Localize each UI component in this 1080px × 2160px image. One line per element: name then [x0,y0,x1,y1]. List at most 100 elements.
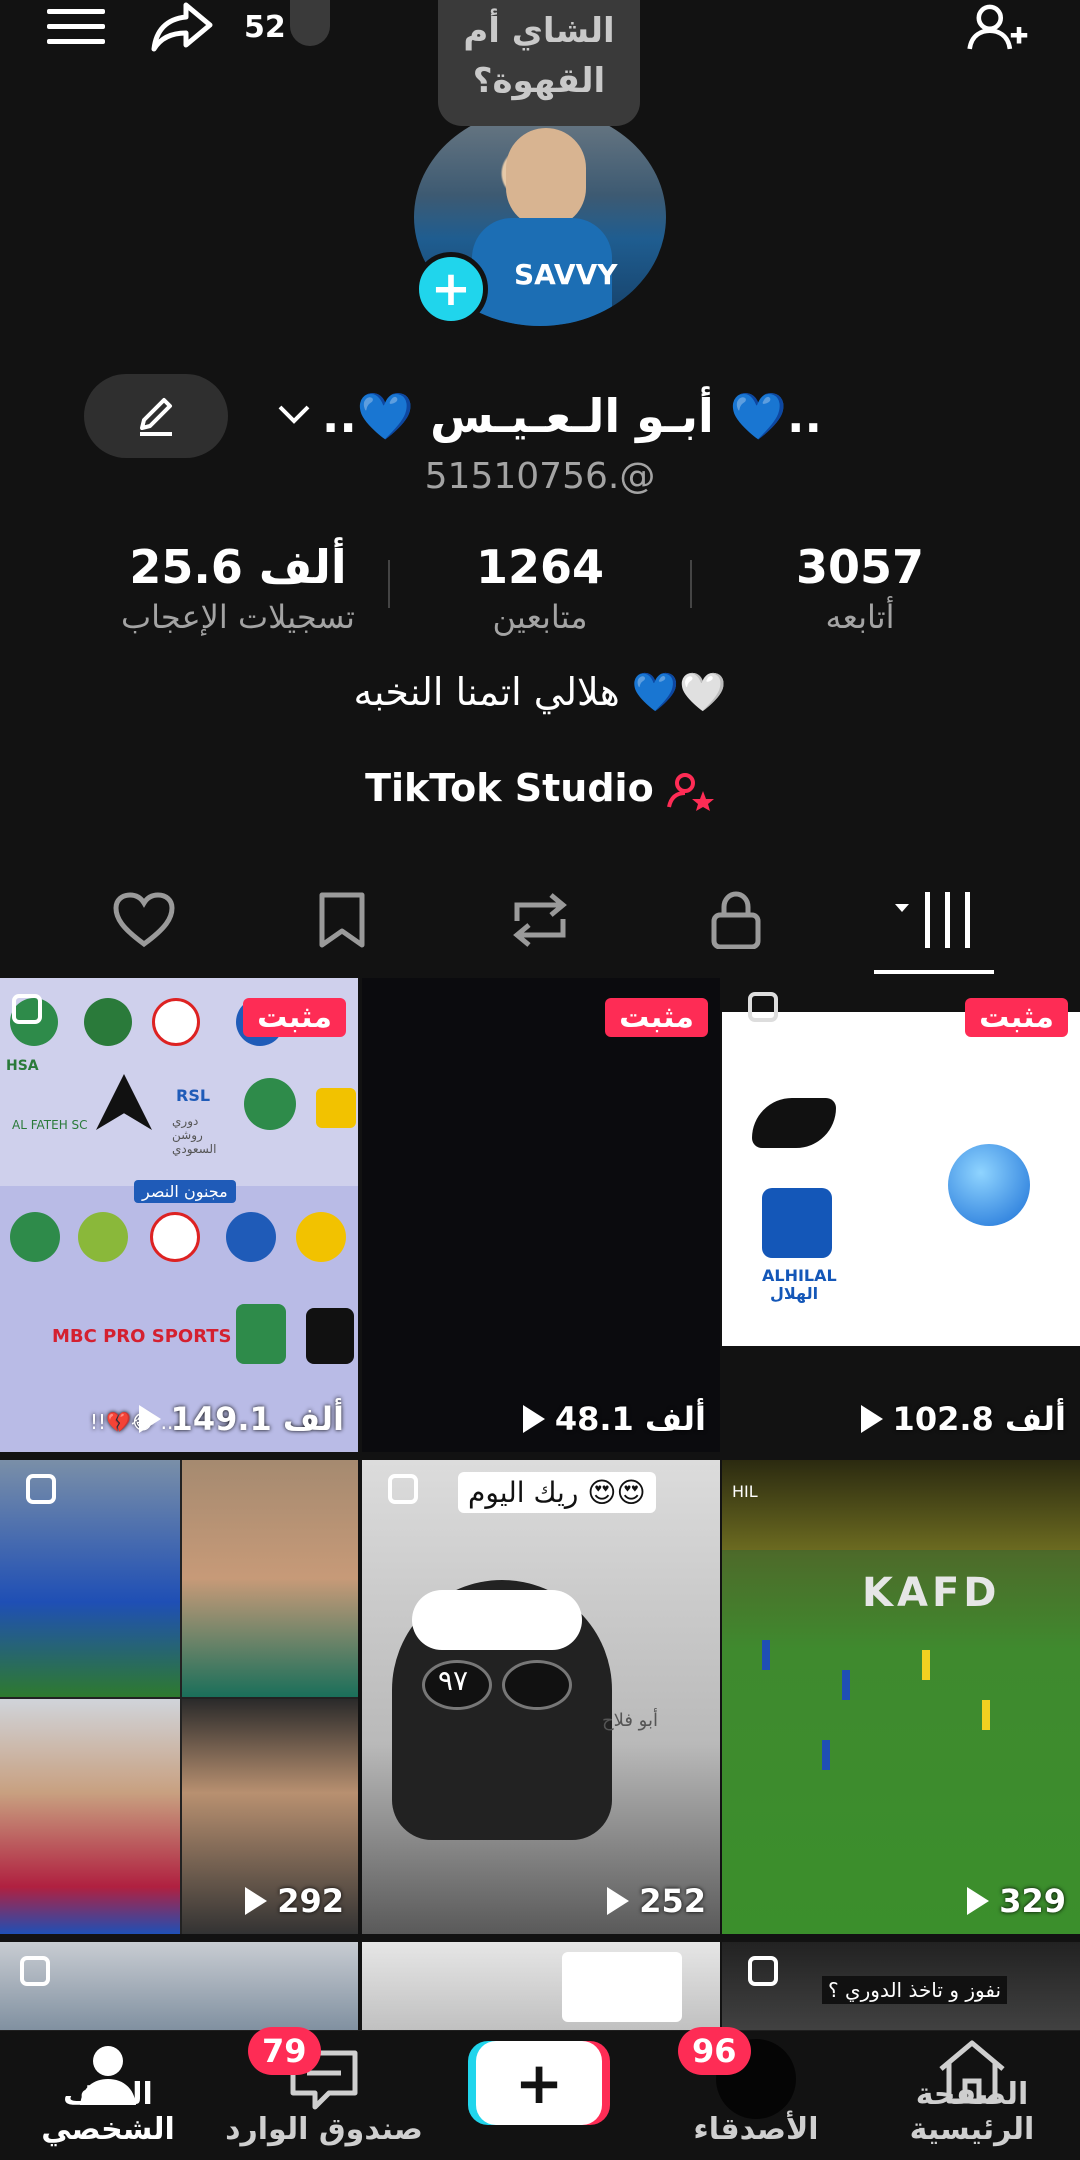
chevron-down-icon[interactable] [276,396,312,436]
stats-divider [690,560,692,608]
pencil-icon [140,398,172,436]
video-tile[interactable]: مثبت 48.1 ألف [362,978,720,1452]
overlay-caption: نفوز و تاخذ الدوري ؟ [822,1976,1008,2004]
glasses-text: ٩٧ [438,1664,469,1697]
emoji-face [948,1144,1030,1226]
stats-divider [388,560,390,608]
pinned-badge: مثبت [605,998,708,1037]
multi-photo-icon [12,994,42,1024]
tab-private[interactable] [676,870,796,970]
profile-tabs [0,870,1080,980]
video-grid: ALHILAL الهلال مثبت 102.8 ألف مثبت 48.1 … [0,978,1080,2038]
bookmark-icon [319,892,365,948]
video-tile[interactable]: نفوز و تاخذ الدوري ؟ [722,1942,1080,2038]
studio-label: TikTok Studio [365,766,654,810]
menu-icon[interactable] [44,0,108,54]
bio: هلالي اتمنا النخبه 💙🤍 [353,670,727,714]
view-count: 292 [245,1882,344,1920]
heart-icon [113,892,175,948]
video-tile[interactable]: 292 [0,1460,358,1934]
nav-home[interactable]: الصفحة الرئيسية [872,2031,1072,2160]
view-count: 252 [607,1882,706,1920]
video-tile[interactable] [0,1942,358,2038]
create-button[interactable]: + [476,2041,602,2125]
view-count-text: 102.8 ألف [892,1400,1066,1438]
rsl-ar-text: دوري روشن السعودي [172,1114,217,1156]
multi-photo-icon [26,1474,56,1504]
pinned-badge: مثبت [243,998,346,1037]
video-tile[interactable]: KAFD HIL 329 [722,1460,1080,1934]
aboflah-text: أبو فلاح [602,1710,658,1731]
alhilal-text: ALHILAL [762,1266,837,1285]
view-count-text: 48.1 ألف [554,1400,706,1438]
view-count-text: 292 [277,1882,344,1920]
nav-profile-label: الملف الشخصي [41,2077,175,2147]
friends-badge: 96 [678,2027,751,2075]
lock-icon [711,891,761,949]
nav-home-label: الصفحة الرئيسية [909,2077,1035,2147]
overlay-caption: ريك اليوم 😍😍 [458,1472,656,1513]
multi-photo-icon [748,1956,778,1986]
avatar-jersey-text: SAVVY [514,258,618,291]
nav-inbox[interactable]: 79 صندوق الوارد [224,2027,424,2160]
bottom-nav: الصفحة الرئيسية 96 الأصدقاء + 79 صندوق ا… [0,2027,1080,2160]
followers-count: 1264 [475,540,605,594]
tab-saved[interactable] [282,870,402,970]
add-story-button[interactable]: + [414,252,488,326]
following-count: 3057 [795,540,925,594]
stat-followers[interactable]: 1264 متابعين [420,540,660,636]
play-icon [967,1887,990,1915]
inbox-badge: 79 [248,2027,321,2075]
username: 51510756.@ [424,456,656,497]
mbc-text: MBC PRO SPORTS [52,1326,232,1347]
rsl-text: RSL [176,1086,211,1105]
hilal-small-text: HIL [732,1482,758,1501]
play-icon [860,1405,883,1433]
overlay-caption: KAFD [862,1570,1001,1616]
play-icon [607,1887,630,1915]
likes-label: تسجيلات الإعجاب [121,598,355,636]
hsa-text: HSA [6,1058,39,1074]
nav-profile[interactable]: الملف الشخصي [8,2031,208,2160]
view-count: 149.1 ألف [138,1400,344,1438]
avatar-tooltip: الشاي أم القهوة؟ [438,0,640,126]
name-row[interactable]: ..💙 أبـو الـعـيـس 💙.. [276,376,822,456]
likes-count: 25.6 ألف [129,540,347,594]
multi-photo-icon [20,1956,50,1986]
video-tile[interactable]: مجنون النصر HSA AL FATEH SC RSL دوري روش… [0,978,358,1452]
stat-likes[interactable]: 25.6 ألف تسجيلات الإعجاب [88,540,388,636]
alhilal-logo [762,1188,832,1258]
view-count-text: 252 [639,1882,706,1920]
tab-videos[interactable] [874,870,994,970]
play-icon [138,1405,161,1433]
video-tile[interactable]: ريك اليوم 😍😍 ٩٧ أبو فلاح 252 [362,1460,720,1934]
grid-icon [895,892,970,948]
studio-icon [666,766,715,811]
story-avatar[interactable] [290,0,330,46]
pinned-badge: مثبت [965,998,1068,1037]
nav-inbox-label: صندوق الوارد [225,2112,423,2147]
profile-avatar-area: SAVVY + [414,108,666,326]
tab-reposts[interactable] [480,870,600,970]
add-friend-icon[interactable] [966,0,1030,54]
notification-count: 52 [244,10,286,45]
alfateh-text: AL FATEH SC [12,1118,88,1132]
video-tile[interactable] [362,1942,720,2038]
nav-friends-label: الأصدقاء [693,2112,819,2147]
tiktok-studio-link[interactable]: TikTok Studio [0,766,1080,811]
nav-friends[interactable]: 96 الأصدقاء [656,2027,856,2160]
followers-label: متابعين [492,598,588,636]
view-count: 329 [967,1882,1066,1920]
video-tile[interactable]: ALHILAL الهلال مثبت 102.8 ألف [722,978,1080,1452]
following-label: أتابعه [825,598,895,636]
profile-name: ..💙 أبـو الـعـيـس 💙.. [321,388,822,443]
stats-row: 3057 أتابعه 1264 متابعين 25.6 ألف تسجيلا… [0,540,1080,650]
view-count-text: 329 [999,1882,1066,1920]
repost-icon [513,893,567,947]
edit-profile-button[interactable] [84,374,228,458]
tab-liked[interactable] [84,870,204,970]
alhilal-ar-text: الهلال [770,1284,819,1303]
play-icon [522,1405,545,1433]
stat-following[interactable]: 3057 أتابعه [740,540,980,636]
share-icon[interactable] [150,0,214,54]
